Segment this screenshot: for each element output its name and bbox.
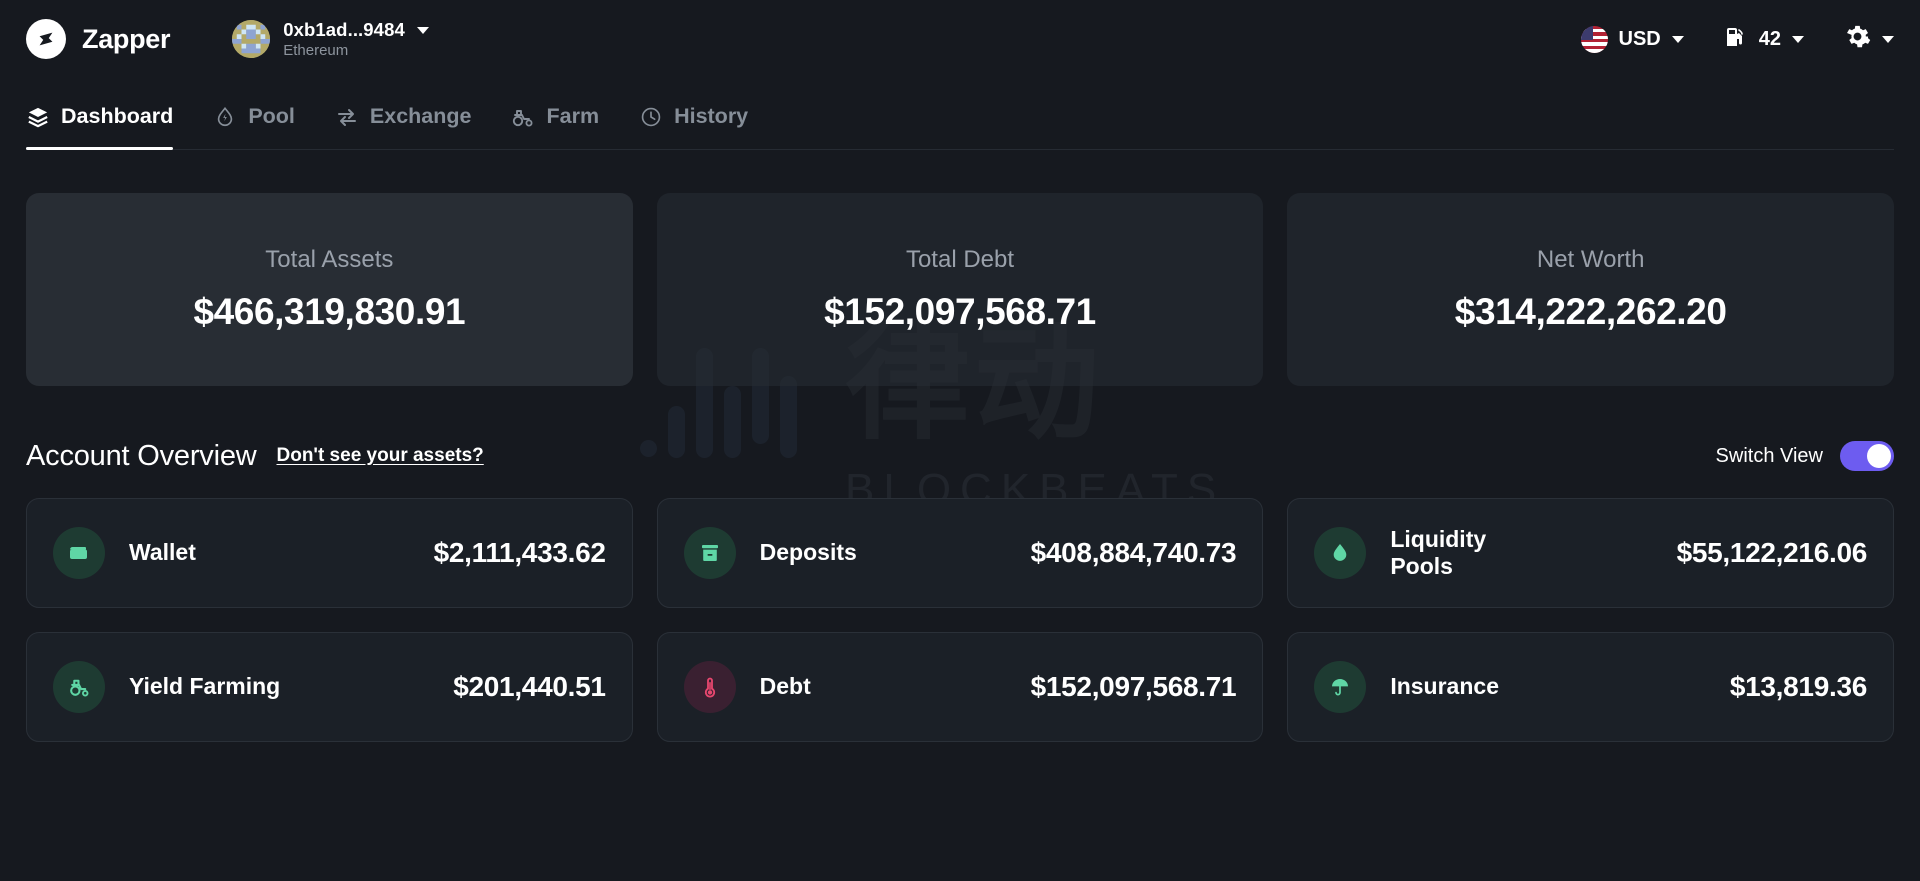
chevron-down-icon[interactable]: [1882, 35, 1894, 43]
summary-card-net-worth: Net Worth $314,222,262.20: [1287, 193, 1894, 386]
account-text: 0xb1ad...9484 Ethereum: [283, 19, 429, 59]
chevron-down-icon[interactable]: [416, 26, 429, 34]
switch-view-control: Switch View: [1716, 441, 1894, 471]
chevron-down-icon[interactable]: [1792, 35, 1804, 43]
chevron-down-icon[interactable]: [1671, 35, 1684, 43]
asset-value: $408,884,740.73: [1030, 537, 1237, 568]
deposit-box-icon: [683, 527, 736, 579]
asset-value: $152,097,568.71: [1030, 671, 1237, 702]
tab-exchange[interactable]: Exchange: [315, 104, 492, 149]
currency-label: USD: [1618, 27, 1661, 50]
tab-label: History: [674, 104, 749, 128]
swap-arrows-icon: [335, 105, 359, 129]
summary-label: Total Debt: [905, 246, 1015, 273]
gas-price-selector[interactable]: 42: [1724, 25, 1804, 54]
summary-value: $152,097,568.71: [824, 291, 1096, 332]
asset-card-liquidity-pools[interactable]: Liquidity Pools $55,122,216.06: [1287, 498, 1894, 608]
blockies-avatar-icon: [232, 20, 271, 58]
asset-value: $201,440.51: [453, 671, 606, 702]
account-address-row: 0xb1ad...9484: [283, 19, 429, 41]
tab-label: Dashboard: [61, 104, 174, 128]
asset-label: Liquidity Pools: [1390, 525, 1487, 579]
asset-label: Yield Farming: [129, 673, 281, 700]
summary-cards: Total Assets $466,319,830.91 Total Debt …: [26, 193, 1894, 386]
gas-pump-icon: [1724, 25, 1748, 54]
summary-label: Total Assets: [265, 246, 394, 273]
brand-logo[interactable]: Zapper: [26, 19, 171, 59]
main-navigation: Dashboard Pool Exchange Farm History: [26, 78, 1894, 150]
tab-dashboard[interactable]: Dashboard: [26, 104, 193, 150]
summary-value: $466,319,830.91: [193, 291, 466, 332]
summary-card-total-debt: Total Debt $152,097,568.71: [656, 193, 1264, 386]
droplet-bolt-icon: [213, 105, 237, 129]
asset-value: $55,122,216.06: [1676, 537, 1868, 568]
clock-icon: [639, 105, 663, 129]
tractor-icon: [511, 105, 535, 129]
currency-selector[interactable]: USD: [1580, 25, 1684, 53]
umbrella-icon: [1314, 661, 1367, 713]
account-overview-header: Account Overview Don't see your assets? …: [26, 436, 1894, 476]
asset-label: Wallet: [129, 539, 196, 566]
tab-label: Exchange: [369, 104, 472, 128]
asset-card-insurance[interactable]: Insurance $13,819.36: [1287, 632, 1894, 742]
switch-view-toggle[interactable]: [1840, 441, 1894, 471]
tractor-icon: [53, 661, 105, 713]
summary-card-total-assets: Total Assets $466,319,830.91: [26, 193, 633, 386]
tab-pool[interactable]: Pool: [193, 104, 315, 149]
asset-label: Insurance: [1390, 673, 1499, 700]
droplet-icon: [1314, 527, 1367, 579]
thermometer-icon: [683, 661, 736, 713]
toggle-knob: [1867, 444, 1891, 468]
summary-label: Net Worth: [1536, 246, 1645, 273]
settings-menu[interactable]: [1844, 23, 1894, 55]
wallet-icon: [53, 527, 105, 579]
tab-farm[interactable]: Farm: [491, 104, 619, 149]
asset-value: $2,111,433.62: [433, 537, 606, 568]
app-header: Zapper 0xb1ad...9484 Ethereum USD 42: [26, 0, 1894, 78]
dont-see-assets-link[interactable]: Don't see your assets?: [277, 445, 484, 467]
layers-icon: [26, 105, 50, 129]
asset-card-yield-farming[interactable]: Yield Farming $201,440.51: [26, 632, 633, 742]
asset-value: $13,819.36: [1729, 671, 1867, 702]
header-controls: USD 42: [1580, 23, 1894, 55]
account-network: Ethereum: [283, 42, 349, 59]
us-flag-icon: [1580, 25, 1608, 53]
asset-label: Debt: [759, 673, 811, 700]
tab-history[interactable]: History: [619, 104, 768, 149]
account-overview-cards: Wallet $2,111,433.62 Deposits $408,884,7…: [26, 498, 1894, 742]
brand-name: Zapper: [82, 23, 171, 54]
asset-card-deposits[interactable]: Deposits $408,884,740.73: [656, 498, 1264, 608]
switch-view-label: Switch View: [1715, 444, 1823, 467]
zapper-dashboard-page: 律动 BLOCKBEATS Zapper: [0, 0, 1920, 881]
zapper-logo-icon: [26, 19, 66, 59]
page-title: Account Overview: [26, 439, 257, 472]
tab-label: Pool: [248, 104, 295, 128]
asset-card-debt[interactable]: Debt $152,097,568.71: [656, 632, 1264, 742]
tab-label: Farm: [546, 104, 600, 128]
account-selector[interactable]: 0xb1ad...9484 Ethereum: [226, 13, 439, 65]
gas-price-label: 42: [1758, 27, 1781, 50]
asset-card-wallet[interactable]: Wallet $2,111,433.62: [26, 498, 633, 608]
account-address: 0xb1ad...9484: [283, 19, 405, 40]
gear-icon: [1844, 23, 1871, 55]
asset-label: Deposits: [759, 539, 857, 566]
summary-value: $314,222,262.20: [1454, 291, 1727, 332]
